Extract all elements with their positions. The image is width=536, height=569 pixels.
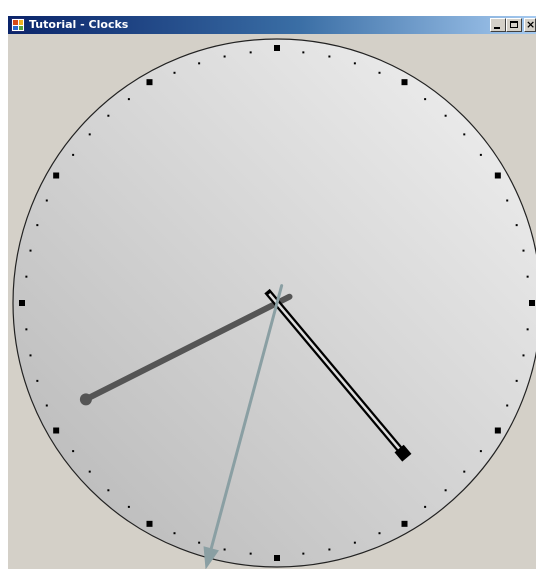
minute-tick (444, 489, 447, 492)
minute-tick (463, 470, 466, 473)
minute-tick (107, 114, 110, 117)
minute-tick (353, 62, 356, 65)
minute-tick (378, 532, 381, 535)
minute-tick (25, 328, 28, 331)
minute-tick (522, 354, 525, 357)
minute-tick (302, 51, 305, 54)
minute-tick (526, 275, 529, 278)
minute-tick (479, 450, 482, 453)
minute-tick (29, 249, 32, 252)
hour-marker (494, 172, 501, 179)
hour-marker (494, 427, 501, 434)
hour-marker (274, 555, 280, 561)
minute-tick (127, 505, 130, 508)
minute-tick (29, 354, 32, 357)
minute-tick (302, 552, 305, 555)
minute-hand-tip (79, 393, 92, 406)
minute-tick (506, 404, 509, 407)
clock-face-canvas (12, 38, 536, 569)
minimize-button[interactable] (490, 18, 506, 32)
minute-tick (88, 470, 91, 473)
minute-tick (463, 133, 466, 136)
window-title: Tutorial - Clocks (29, 18, 129, 31)
minute-tick (36, 379, 39, 382)
minute-tick (328, 548, 331, 551)
minute-tick (107, 489, 110, 492)
minute-tick (424, 98, 427, 101)
minute-tick (506, 199, 509, 202)
hour-marker (146, 520, 153, 527)
app-window: Tutorial - Clocks × (8, 16, 536, 569)
minute-tick (45, 199, 48, 202)
maximize-icon (510, 21, 518, 28)
minute-tick (515, 379, 518, 382)
minute-tick (353, 541, 356, 544)
hour-marker (146, 79, 153, 86)
hour-marker (401, 520, 408, 527)
minute-tick (522, 249, 525, 252)
minute-tick (424, 505, 427, 508)
minute-tick (127, 98, 130, 101)
hour-marker (274, 45, 280, 51)
minute-tick (88, 133, 91, 136)
minute-tick (72, 153, 75, 156)
maximize-button[interactable] (506, 18, 522, 32)
minute-tick (479, 153, 482, 156)
minute-tick (72, 450, 75, 453)
hour-marker (401, 79, 408, 86)
minute-tick (25, 275, 28, 278)
hour-marker (529, 300, 535, 306)
minute-tick (515, 224, 518, 227)
minute-tick (328, 55, 331, 58)
minute-tick (223, 55, 226, 58)
app-window-icon[interactable] (11, 18, 25, 32)
minute-tick (45, 404, 48, 407)
minute-tick (36, 224, 39, 227)
title-bar[interactable]: Tutorial - Clocks × (8, 16, 536, 34)
minute-tick (249, 552, 252, 555)
close-button[interactable]: × (524, 18, 536, 32)
minute-tick (444, 114, 447, 117)
minimize-icon (494, 27, 500, 29)
minute-tick (173, 71, 176, 74)
hour-marker (53, 172, 60, 179)
minute-tick (198, 62, 201, 65)
minute-tick (223, 548, 226, 551)
hour-marker (19, 300, 25, 306)
minute-tick (173, 532, 176, 535)
minute-tick (249, 51, 252, 54)
minute-tick (526, 328, 529, 331)
close-icon: × (526, 18, 536, 31)
hour-marker (53, 427, 60, 434)
minute-tick (198, 541, 201, 544)
minute-tick (378, 71, 381, 74)
